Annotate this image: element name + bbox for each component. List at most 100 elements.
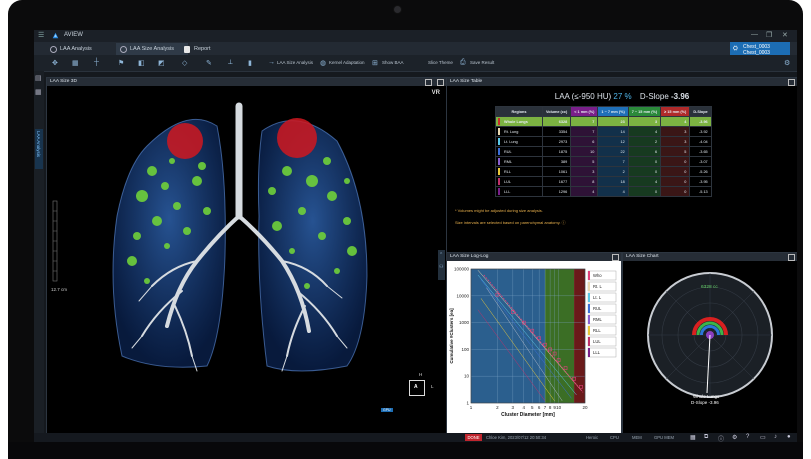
check-circle-icon: [120, 46, 127, 53]
table-cell-volume: 1677: [541, 176, 572, 187]
view-icon[interactable]: ⚇: [439, 264, 443, 270]
column-header[interactable]: D-Slope: [689, 106, 712, 117]
panel-laa-size-loglog: LAA Size Log-Log 1 10 100 1000 10000 100000 1 2…: [446, 252, 622, 434]
table-cell-region: RLL: [495, 166, 543, 177]
tab-laa-analysis[interactable]: LAA Analysis: [46, 43, 114, 55]
snapshot-icon[interactable]: [425, 79, 432, 86]
y-tick-label: 10000: [456, 293, 469, 298]
menu-icon[interactable]: ☰: [38, 32, 44, 39]
bell-icon[interactable]: ♪: [774, 434, 777, 440]
info-icon[interactable]: ⓘ: [562, 220, 566, 225]
x-axis-label: Cluster Diameter [mm]: [501, 412, 555, 418]
status-icon-copy[interactable]: ⧉: [704, 434, 708, 441]
table-cell-c4: 0: [660, 156, 691, 167]
column-header[interactable]: Regions: [495, 106, 543, 117]
maximize-panel-icon[interactable]: [788, 254, 795, 261]
table-row[interactable]: LLL 1296 4 4 0 0 -5.13: [495, 186, 712, 197]
volume-icon[interactable]: ◩: [158, 59, 165, 67]
measure-icon[interactable]: ⟂: [228, 59, 233, 67]
list-icon[interactable]: ▦: [35, 88, 42, 96]
status-icon-help[interactable]: ?: [746, 434, 749, 440]
settings-icon[interactable]: ⚙: [784, 59, 790, 67]
y-tick-label: 10: [464, 374, 470, 379]
laa-size-analysis-button[interactable]: LAA Size Analysis: [277, 60, 313, 65]
expand-icon[interactable]: ⌃: [439, 252, 443, 258]
status-icon-grid[interactable]: ▦: [690, 434, 696, 441]
table-cell-volume: 389: [541, 156, 572, 167]
panel-title: LAA Size Log-Log: [450, 254, 489, 259]
tool-icon[interactable]: ⚑: [118, 59, 124, 67]
region-name: RUL: [504, 149, 512, 154]
total-volume-label: 6328 cc: [701, 285, 718, 290]
loglog-chart[interactable]: 1101001000100001000001 2 3 4 5 6 7 8 9 10 20Cluste…: [447, 261, 621, 433]
maximize-panel-icon[interactable]: [612, 254, 619, 261]
column-header[interactable]: 7 ~ 15 mm (%): [627, 106, 662, 117]
vertical-tab-label: LAA Analysis: [36, 131, 41, 158]
maximize-button[interactable]: ❐: [766, 31, 772, 39]
vertical-tab-laa-analysis[interactable]: LAA Analysis: [35, 129, 43, 169]
legend-swatch: [588, 271, 590, 280]
app-title: AVIEW: [64, 32, 83, 38]
table-cell-region: LUL: [495, 176, 543, 187]
maximize-panel-icon[interactable]: [788, 79, 795, 86]
table-row[interactable]: RUL 1875 10 22 6 5 -3.65: [495, 146, 712, 157]
segment-icon[interactable]: ◧: [138, 59, 145, 67]
column-header[interactable]: Volume (cc): [541, 106, 572, 117]
orientation-cube[interactable]: A: [409, 380, 425, 396]
lung-3d-rendering[interactable]: [47, 86, 446, 433]
close-button[interactable]: ✕: [782, 31, 788, 39]
delete-icon[interactable]: ▮: [248, 59, 252, 67]
kernel-icon: ◍: [320, 60, 327, 67]
x-tick-label: 4: [522, 405, 525, 410]
table-cell-region: RUL: [495, 146, 543, 157]
maximize-panel-icon[interactable]: [437, 79, 444, 86]
table-cell-dslope: -3.95: [689, 176, 712, 187]
side-toolbar[interactable]: ⌃ ⚇: [438, 250, 445, 280]
table-cell-c1: 10: [570, 146, 599, 157]
table-cell-c3: 0: [627, 156, 662, 167]
app-screen: ☰ AVIEW — ❐ ✕ LAA Analysis LAA Size Anal…: [34, 30, 797, 442]
minimize-button[interactable]: —: [751, 31, 758, 38]
table-cell-volume: 3354: [541, 126, 572, 137]
eraser-icon[interactable]: ◇: [182, 59, 187, 67]
table-cell-region: LLL: [495, 186, 543, 197]
legend-swatch: [588, 337, 590, 346]
slice-theme-dropdown[interactable]: Slice Theme: [428, 60, 453, 65]
status-done-badge: DONE: [465, 434, 482, 441]
x-tick-label: 10: [556, 405, 562, 410]
grid-icon[interactable]: ▤: [35, 74, 42, 82]
table-row[interactable]: Rt. Lung 3354 7 14 4 3 -3.92: [495, 126, 712, 137]
column-header[interactable]: 1 ~ 7 mm (%): [597, 106, 629, 117]
table-cell-c1: 7: [570, 126, 599, 137]
layout-icon[interactable]: ▦: [72, 59, 79, 67]
move-icon[interactable]: ✥: [52, 59, 58, 67]
save-icon: ⎙: [460, 59, 466, 66]
x-tick-label: 8: [549, 405, 552, 410]
column-header[interactable]: < 1 mm (%): [570, 106, 599, 117]
table-cell-dslope: -5.13: [689, 186, 712, 197]
save-result-button[interactable]: Save Result: [470, 60, 494, 65]
region-name: Whole Lungs: [504, 119, 528, 124]
legend-swatch: [588, 282, 590, 291]
app-logo-icon: [52, 32, 59, 39]
column-header[interactable]: ≥ 15 mm (%): [660, 106, 691, 117]
tab-laa-size-analysis[interactable]: LAA Size Analysis: [116, 43, 188, 55]
table-row[interactable]: RLL 1061 3 2 0 0 -5.26: [495, 166, 712, 177]
kernel-adaptation-button[interactable]: Kernel Adaptation: [329, 60, 365, 65]
table-cell-region: RML: [495, 156, 543, 167]
status-icon-monitor[interactable]: ▭: [760, 434, 766, 441]
panel-title: LAA Size Chart: [626, 254, 659, 259]
user-icon[interactable]: ●: [787, 434, 791, 440]
tab-report[interactable]: Report: [180, 43, 234, 55]
pen-icon[interactable]: ✎: [206, 59, 212, 67]
crosshair-icon[interactable]: ┼: [94, 59, 99, 66]
status-icon-info[interactable]: ⓘ: [718, 434, 724, 442]
table-cell-region: Rt. Lung: [495, 126, 543, 137]
table-row[interactable]: Whole Lungs 6328 7 23 3 4 -3.96: [495, 116, 712, 127]
table-row[interactable]: RML 389 5 7 0 0 -3.07: [495, 156, 712, 167]
region-color-swatch: [498, 118, 500, 125]
table-row[interactable]: Lt. Lung 2973 6 12 2 3 -4.04: [495, 136, 712, 147]
table-row[interactable]: LUL 1677 8 18 4 0 -3.95: [495, 176, 712, 187]
status-icon-gear[interactable]: ⚙: [732, 434, 737, 441]
show-baa-button[interactable]: Show BAA: [382, 60, 404, 65]
